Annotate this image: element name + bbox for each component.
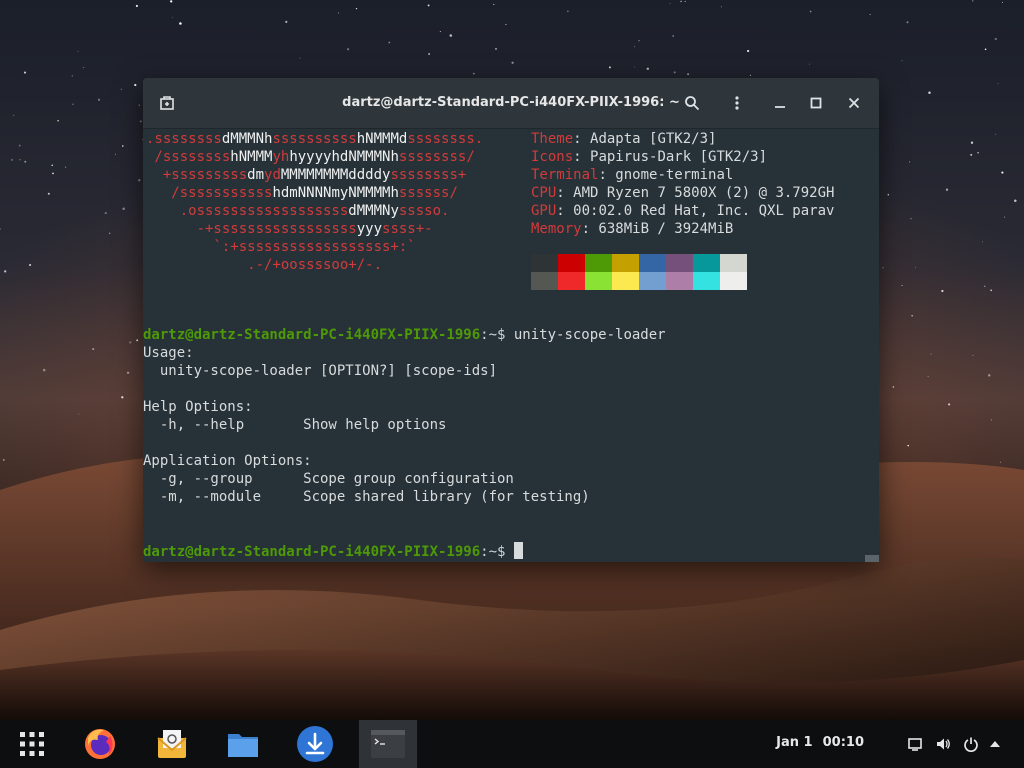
palette-swatch — [693, 272, 720, 290]
terminal-output[interactable]: .ssssssssdMMMNhsssssssssshNMMMdssssssss.… — [143, 129, 879, 562]
info-line: CPU: AMD Ryzen 7 5800X (2) @ 3.792GH — [531, 184, 834, 202]
clock[interactable]: Jan 1 00:10 — [776, 735, 874, 750]
output-line: Help Options: — [143, 399, 253, 415]
palette-swatch — [585, 254, 612, 272]
palette-swatch — [558, 272, 585, 290]
palette-swatch — [720, 254, 747, 272]
prompt-user: dartz@dartz-Standard-PC-i440FX-PIIX-1996 — [143, 544, 481, 560]
text-cursor — [513, 542, 523, 559]
clock-time: 00:10 — [822, 735, 864, 750]
files-button[interactable] — [214, 720, 272, 768]
logo-line: +sssssssssdmydMMMMMMMMddddyssssssss+ — [146, 167, 467, 183]
palette-swatch — [612, 254, 639, 272]
info-value: : gnome-terminal — [598, 167, 734, 183]
palette-swatch — [531, 272, 558, 290]
files-icon — [228, 734, 258, 757]
logo-line: -+sssssssssssssssssyyyssss+- — [146, 221, 433, 237]
info-line: Terminal: gnome-terminal — [531, 166, 733, 184]
palette-swatch — [666, 254, 693, 272]
firefox-icon — [85, 729, 115, 759]
palette-swatch — [612, 272, 639, 290]
prompt-separator: :~$ — [480, 327, 514, 343]
palette-swatch — [639, 272, 666, 290]
palette-swatch — [693, 254, 720, 272]
app-grid-icon — [20, 732, 44, 756]
close-icon[interactable] — [842, 91, 866, 115]
palette-swatch — [531, 254, 558, 272]
download-button[interactable] — [286, 720, 344, 768]
info-value: : Papirus-Dark [GTK2/3] — [573, 149, 768, 165]
menu-icon[interactable] — [725, 91, 749, 115]
mail-button[interactable] — [143, 720, 201, 768]
palette-swatch — [639, 254, 666, 272]
taskbar: Jan 1 00:10 — [0, 720, 1024, 768]
palette-swatch — [585, 272, 612, 290]
output-line: unity-scope-loader [OPTION?] [scope-ids] — [143, 363, 498, 379]
app-grid-button[interactable] — [3, 720, 61, 768]
volume-icon[interactable] — [933, 734, 953, 754]
palette-swatch — [558, 254, 585, 272]
clock-date: Jan 1 — [776, 735, 813, 750]
scrollbar-thumb[interactable] — [865, 555, 879, 562]
info-line: Memory: 638MiB / 3924MiB — [531, 220, 733, 238]
output-line: Usage: — [143, 345, 194, 361]
output-line: -m, --module Scope shared library (for t… — [143, 489, 590, 505]
palette-swatch — [720, 272, 747, 290]
search-icon[interactable] — [680, 91, 704, 115]
info-value: : AMD Ryzen 7 5800X (2) @ 3.792GH — [556, 185, 835, 201]
output-line: Application Options: — [143, 453, 312, 469]
logo-line: /ssssssssssshdmNNNNmyNMMMMhssssss/ — [146, 185, 458, 201]
info-label: CPU — [531, 185, 557, 201]
active-prompt-line[interactable]: dartz@dartz-Standard-PC-i440FX-PIIX-1996… — [143, 542, 523, 560]
maximize-icon[interactable] — [804, 91, 828, 115]
info-line: Icons: Papirus-Dark [GTK2/3] — [531, 148, 767, 166]
terminal-icon — [371, 730, 405, 758]
info-label: Icons — [531, 149, 574, 165]
info-line: GPU: 00:02.0 Red Hat, Inc. QXL parav — [531, 202, 834, 220]
terminal-task-button[interactable] — [359, 720, 417, 768]
chevron-up-icon[interactable] — [985, 734, 1005, 754]
palette-swatch — [666, 272, 693, 290]
firefox-button[interactable] — [71, 720, 129, 768]
prompt-user: dartz@dartz-Standard-PC-i440FX-PIIX-1996 — [143, 327, 481, 343]
logo-line: .ossssssssssssssssssdMMMNysssso. — [146, 203, 450, 219]
power-icon[interactable] — [961, 734, 981, 754]
logo-line: `:+ssssssssssssssssss+:` — [146, 239, 416, 255]
info-label: Memory — [531, 221, 582, 237]
color-palette — [531, 254, 747, 290]
logo-line: .ssssssssdMMMNhsssssssssshNMMMdssssssss. — [146, 131, 484, 147]
info-label: Terminal — [531, 167, 599, 183]
command-text: unity-scope-loader — [513, 327, 666, 343]
minimize-icon[interactable] — [768, 91, 792, 115]
mail-icon — [157, 730, 187, 758]
output-line: -g, --group Scope group configuration — [143, 471, 514, 487]
prompt-separator: :~$ — [480, 544, 514, 560]
info-label: GPU — [531, 203, 557, 219]
download-icon — [297, 726, 333, 762]
info-label: Theme — [531, 131, 574, 147]
info-value: : 00:02.0 Red Hat, Inc. QXL parav — [556, 203, 835, 219]
command-line: dartz@dartz-Standard-PC-i440FX-PIIX-1996… — [143, 326, 666, 344]
info-value: : 638MiB / 3924MiB — [581, 221, 734, 237]
logo-line: .-/+oossssoo+/-. — [146, 257, 383, 273]
terminal-titlebar[interactable]: dartz@dartz-Standard-PC-i440FX-PIIX-1996… — [143, 78, 879, 129]
output-line: -h, --help Show help options — [143, 417, 447, 433]
terminal-window[interactable]: dartz@dartz-Standard-PC-i440FX-PIIX-1996… — [143, 78, 879, 562]
display-icon[interactable] — [905, 734, 925, 754]
info-value: : Adapta [GTK2/3] — [573, 131, 717, 147]
info-line: Theme: Adapta [GTK2/3] — [531, 130, 716, 148]
logo-line: /sssssssshNMMMyhhyyyyhdNMMMNhssssssss/ — [146, 149, 475, 165]
